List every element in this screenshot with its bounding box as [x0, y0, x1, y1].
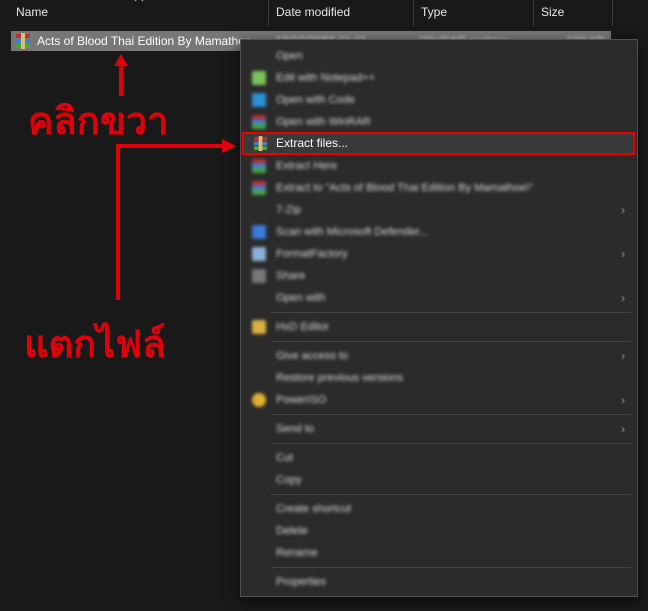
- annotation-right-click: คลิกขวา: [28, 99, 169, 143]
- arrow-to-extract-files: [116, 139, 236, 300]
- annotation-extract: แตกไฟล์: [24, 322, 166, 366]
